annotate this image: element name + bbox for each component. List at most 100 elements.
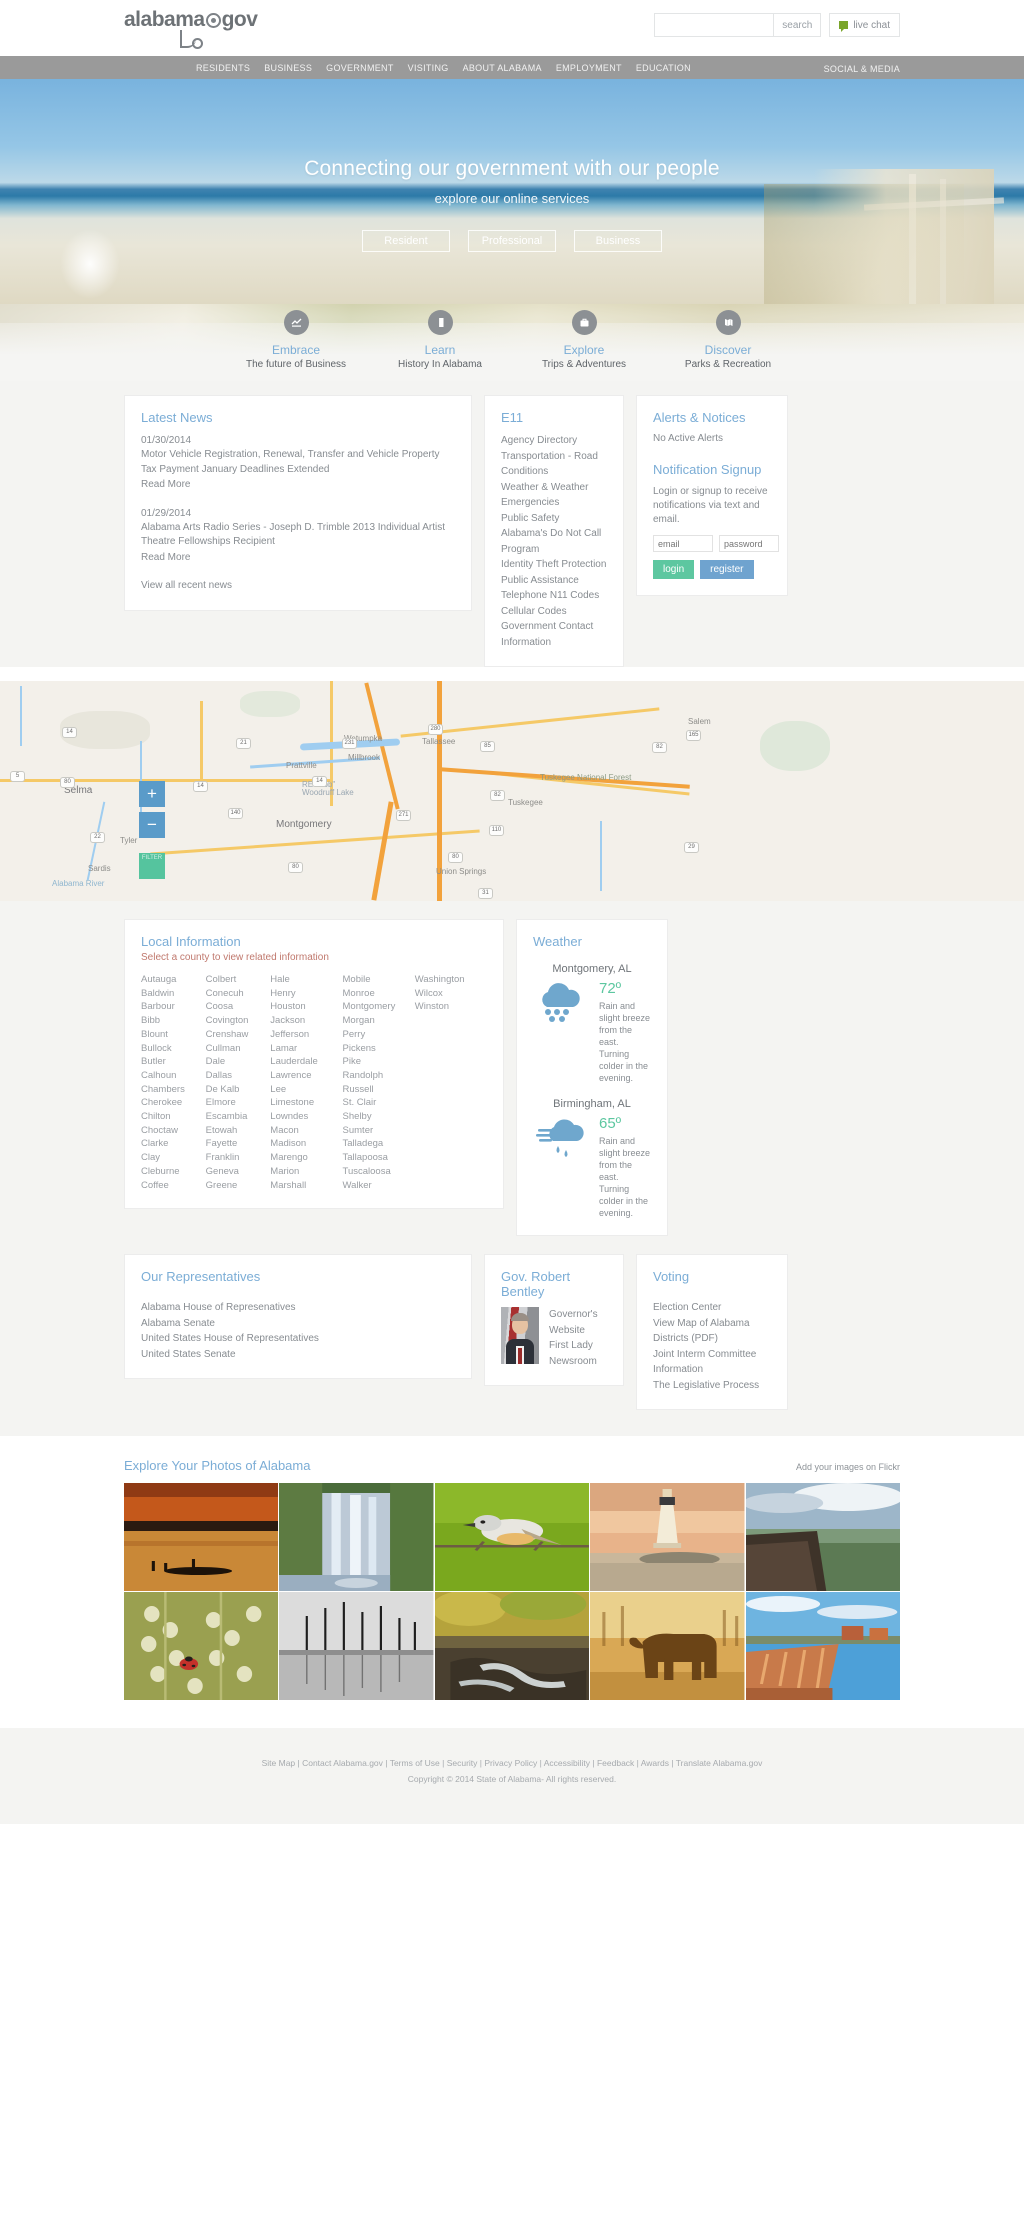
e11-link-n11-codes[interactable]: Telephone N11 Codes xyxy=(501,588,607,604)
county-link[interactable]: Elmore xyxy=(206,1096,271,1110)
county-link[interactable]: Hale xyxy=(270,973,342,987)
county-link[interactable]: Walker xyxy=(343,1179,415,1193)
county-link[interactable]: Bibb xyxy=(141,1014,206,1028)
county-link[interactable]: St. Clair xyxy=(343,1096,415,1110)
county-link[interactable]: Tuscaloosa xyxy=(343,1165,415,1179)
county-link[interactable]: Madison xyxy=(270,1137,342,1151)
county-link[interactable]: Choctaw xyxy=(141,1124,206,1138)
footer-link[interactable]: Awards xyxy=(641,1758,669,1768)
county-link[interactable]: Tallapoosa xyxy=(343,1151,415,1165)
county-link[interactable]: Greene xyxy=(206,1179,271,1193)
county-link[interactable]: Jackson xyxy=(270,1014,342,1028)
photo-lighthouse-sunset[interactable] xyxy=(590,1483,745,1591)
county-link[interactable]: Houston xyxy=(270,1000,342,1014)
e11-link-do-not-call[interactable]: Alabama's Do Not Call Program xyxy=(501,526,607,557)
photo-mountain-overlook[interactable] xyxy=(745,1483,900,1591)
photo-riverfront-boardwalk[interactable] xyxy=(745,1592,900,1700)
county-link[interactable]: Montgomery xyxy=(343,1000,415,1014)
county-link[interactable]: De Kalb xyxy=(206,1083,271,1097)
county-link[interactable]: Dallas xyxy=(206,1069,271,1083)
footer-link[interactable]: Accessibility xyxy=(544,1758,590,1768)
nav-item-business[interactable]: BUSINESS xyxy=(264,63,312,73)
county-link[interactable]: Baldwin xyxy=(141,987,206,1001)
county-link[interactable]: Marion xyxy=(270,1165,342,1179)
voting-link-joint-committee[interactable]: Joint Interm Committee Information xyxy=(653,1347,771,1378)
nav-item-employment[interactable]: EMPLOYMENT xyxy=(556,63,622,73)
nav-item-education[interactable]: EDUCATION xyxy=(636,63,691,73)
hero-button-business[interactable]: Business xyxy=(574,230,662,252)
rep-link-us-senate[interactable]: United States Senate xyxy=(141,1347,455,1363)
photo-waterfall[interactable] xyxy=(279,1483,434,1591)
county-link[interactable]: Marshall xyxy=(270,1179,342,1193)
county-link[interactable]: Pickens xyxy=(343,1042,415,1056)
feature-discover[interactable]: Discover Parks & Recreation xyxy=(656,310,800,370)
live-chat-button[interactable]: live chat xyxy=(829,13,900,37)
county-link[interactable]: Clarke xyxy=(141,1137,206,1151)
news-read-more[interactable]: Read More xyxy=(141,550,455,566)
county-link[interactable]: Randolph xyxy=(343,1069,415,1083)
county-link[interactable]: Marengo xyxy=(270,1151,342,1165)
nav-item-about-alabama[interactable]: ABOUT ALABAMA xyxy=(463,63,542,73)
county-link[interactable]: Franklin xyxy=(206,1151,271,1165)
nav-item-residents[interactable]: RESIDENTS xyxy=(196,63,250,73)
county-link[interactable]: Clay xyxy=(141,1151,206,1165)
voting-link-legislative-process[interactable]: The Legislative Process xyxy=(653,1378,771,1394)
county-link[interactable]: Bullock xyxy=(141,1042,206,1056)
e11-link-public-assistance[interactable]: Public Assistance xyxy=(501,573,607,589)
county-link[interactable]: Covington xyxy=(206,1014,271,1028)
feature-learn[interactable]: Learn History In Alabama xyxy=(368,310,512,370)
password-field[interactable] xyxy=(719,535,779,552)
login-button[interactable]: login xyxy=(653,560,695,579)
county-link[interactable]: Wilcox xyxy=(415,987,487,1001)
county-link[interactable]: Conecuh xyxy=(206,987,271,1001)
photo-sunset-lake-boat[interactable] xyxy=(124,1483,279,1591)
county-link[interactable]: Pike xyxy=(343,1055,415,1069)
site-logo[interactable]: alabama gov xyxy=(124,9,284,49)
county-link[interactable]: Crenshaw xyxy=(206,1028,271,1042)
e11-link-gov-contact[interactable]: Government Contact Information xyxy=(501,619,607,650)
county-link[interactable]: Escambia xyxy=(206,1110,271,1124)
county-link[interactable]: Cleburne xyxy=(141,1165,206,1179)
county-link[interactable]: Perry xyxy=(343,1028,415,1042)
nav-item-visiting[interactable]: VISITING xyxy=(408,63,449,73)
voting-link-election-center[interactable]: Election Center xyxy=(653,1300,771,1316)
county-link[interactable]: Lauderdale xyxy=(270,1055,342,1069)
e11-link-cellular-codes[interactable]: Cellular Codes xyxy=(501,604,607,620)
news-headline[interactable]: Alabama Arts Radio Series - Joseph D. Tr… xyxy=(141,521,455,550)
map-filter-button[interactable]: FILTER xyxy=(139,853,165,879)
flickr-link[interactable]: Add your images on Flickr xyxy=(796,1462,900,1472)
news-headline[interactable]: Motor Vehicle Registration, Renewal, Tra… xyxy=(141,448,455,477)
e11-link-public-safety[interactable]: Public Safety xyxy=(501,511,607,527)
e11-link-agency-directory[interactable]: Agency Directory xyxy=(501,433,607,449)
map-zoom-out-button[interactable]: − xyxy=(139,812,165,838)
gov-link-newsroom[interactable]: Newsroom xyxy=(549,1354,607,1370)
county-link[interactable]: Morgan xyxy=(343,1014,415,1028)
county-link[interactable]: Lee xyxy=(270,1083,342,1097)
nav-item-social-media[interactable]: SOCIAL & MEDIA xyxy=(824,64,900,74)
feature-embrace[interactable]: Embrace The future of Business xyxy=(224,310,368,370)
gov-link-website[interactable]: Governor's Website xyxy=(549,1307,607,1338)
footer-link[interactable]: Translate Alabama.gov xyxy=(676,1758,763,1768)
county-link[interactable]: Winston xyxy=(415,1000,487,1014)
photo-black-white-trees-reflection[interactable] xyxy=(279,1592,434,1700)
county-link[interactable]: Jefferson xyxy=(270,1028,342,1042)
gov-link-first-lady[interactable]: First Lady xyxy=(549,1338,607,1354)
county-link[interactable]: Coffee xyxy=(141,1179,206,1193)
e11-link-weather[interactable]: Weather & Weather Emergencies xyxy=(501,480,607,511)
county-link[interactable]: Henry xyxy=(270,987,342,1001)
search-button[interactable]: search xyxy=(773,14,821,36)
photo-cow-silhouette-fog[interactable] xyxy=(590,1592,745,1700)
feature-explore[interactable]: Explore Trips & Adventures xyxy=(512,310,656,370)
rep-link-al-house[interactable]: Alabama House of Represenatives xyxy=(141,1300,455,1316)
rep-link-us-house[interactable]: United States House of Representatives xyxy=(141,1331,455,1347)
county-link[interactable]: Russell xyxy=(343,1083,415,1097)
e11-link-identity-theft[interactable]: Identity Theft Protection xyxy=(501,557,607,573)
county-link[interactable]: Lamar xyxy=(270,1042,342,1056)
county-link[interactable]: Cherokee xyxy=(141,1096,206,1110)
photo-autumn-creek-waterfall[interactable] xyxy=(434,1592,590,1700)
county-link[interactable]: Autauga xyxy=(141,973,206,987)
hero-button-resident[interactable]: Resident xyxy=(362,230,450,252)
county-link[interactable]: Barbour xyxy=(141,1000,206,1014)
news-read-more[interactable]: Read More xyxy=(141,477,455,493)
map-zoom-in-button[interactable]: + xyxy=(139,781,165,807)
